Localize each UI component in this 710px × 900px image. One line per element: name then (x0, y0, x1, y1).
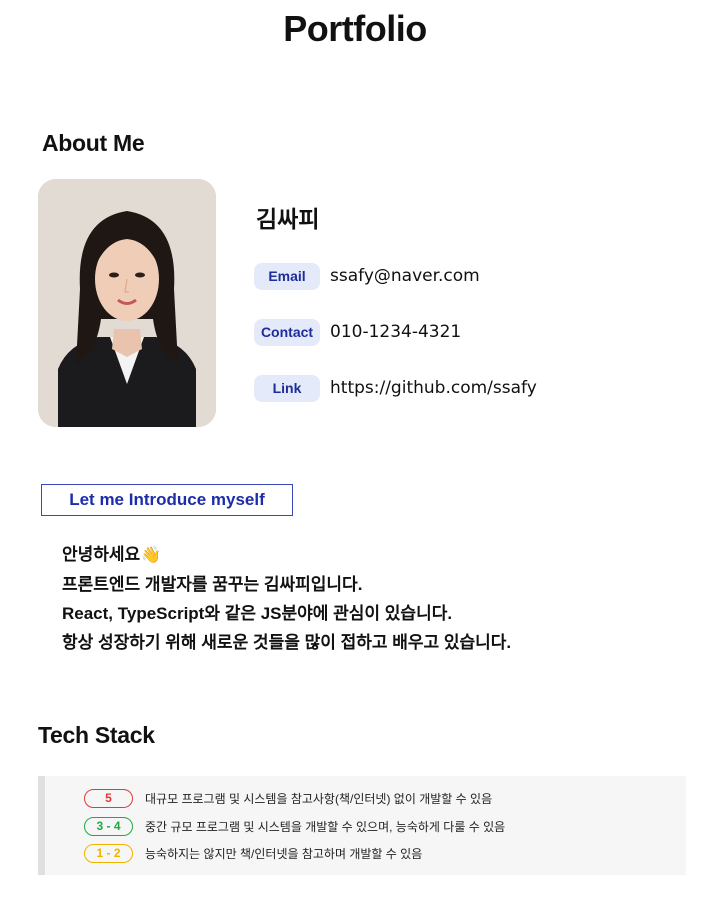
contact-row: Contact 010-1234-4321 (254, 318, 461, 346)
intro-line-1: 안녕하세요👋 (62, 540, 511, 570)
level-5-row: 5 대규모 프로그램 및 시스템을 참고사항(책/인터넷) 없이 개발할 수 있… (84, 788, 492, 808)
github-link[interactable]: https://github.com/ssafy (330, 378, 537, 398)
intro-line-1-text: 안녕하세요 (62, 545, 141, 564)
link-label-badge: Link (254, 374, 320, 402)
level-1-2-badge: 1 - 2 (84, 843, 133, 863)
about-section-title: About Me (42, 130, 145, 156)
intro-line-2: 프론트엔드 개발자를 꿈꾸는 김싸피입니다. (62, 575, 363, 594)
tech-stack-title: Tech Stack (38, 722, 155, 748)
introduce-heading-box: Let me Introduce myself (41, 484, 293, 516)
profile-name: 김싸피 (256, 206, 320, 232)
level-3-4-row: 3 - 4 중간 규모 프로그램 및 시스템을 개발할 수 있으며, 능숙하게 … (84, 816, 505, 836)
level-3-4-description: 중간 규모 프로그램 및 시스템을 개발할 수 있으며, 능숙하게 다룰 수 있… (145, 819, 506, 834)
contact-label-badge: Contact (254, 318, 320, 346)
contact-value: 010-1234-4321 (330, 322, 462, 342)
level-5-description: 대규모 프로그램 및 시스템을 참고사항(책/인터넷) 없이 개발할 수 있음 (145, 791, 493, 806)
page-title: Portfolio (283, 8, 427, 49)
email-label-badge: Email (254, 262, 320, 290)
email-value: ssafy@naver.com (330, 266, 480, 286)
profile-photo-illustration (38, 179, 216, 427)
intro-line-3: React, TypeScript와 같은 JS분야에 관심이 있습니다. (62, 604, 453, 623)
level-5-badge: 5 (84, 788, 133, 808)
skill-level-legend: 5 대규모 프로그램 및 시스템을 참고사항(책/인터넷) 없이 개발할 수 있… (38, 776, 686, 875)
email-row: Email ssafy@naver.com (254, 262, 480, 290)
level-3-4-badge: 3 - 4 (84, 816, 133, 836)
intro-paragraph: 안녕하세요👋 프론트엔드 개발자를 꿈꾸는 김싸피입니다. React, Typ… (62, 540, 511, 657)
waving-hand-icon: 👋 (141, 547, 162, 564)
profile-photo (38, 179, 216, 427)
level-1-2-description: 능숙하지는 않지만 책/인터넷을 참고하며 개발할 수 있음 (145, 846, 423, 861)
level-1-2-row: 1 - 2 능숙하지는 않지만 책/인터넷을 참고하며 개발할 수 있음 (84, 843, 422, 863)
link-row: Link https://github.com/ssafy (254, 374, 537, 402)
intro-line-4: 항상 성장하기 위해 새로운 것들을 많이 접하고 배우고 있습니다. (62, 633, 512, 652)
